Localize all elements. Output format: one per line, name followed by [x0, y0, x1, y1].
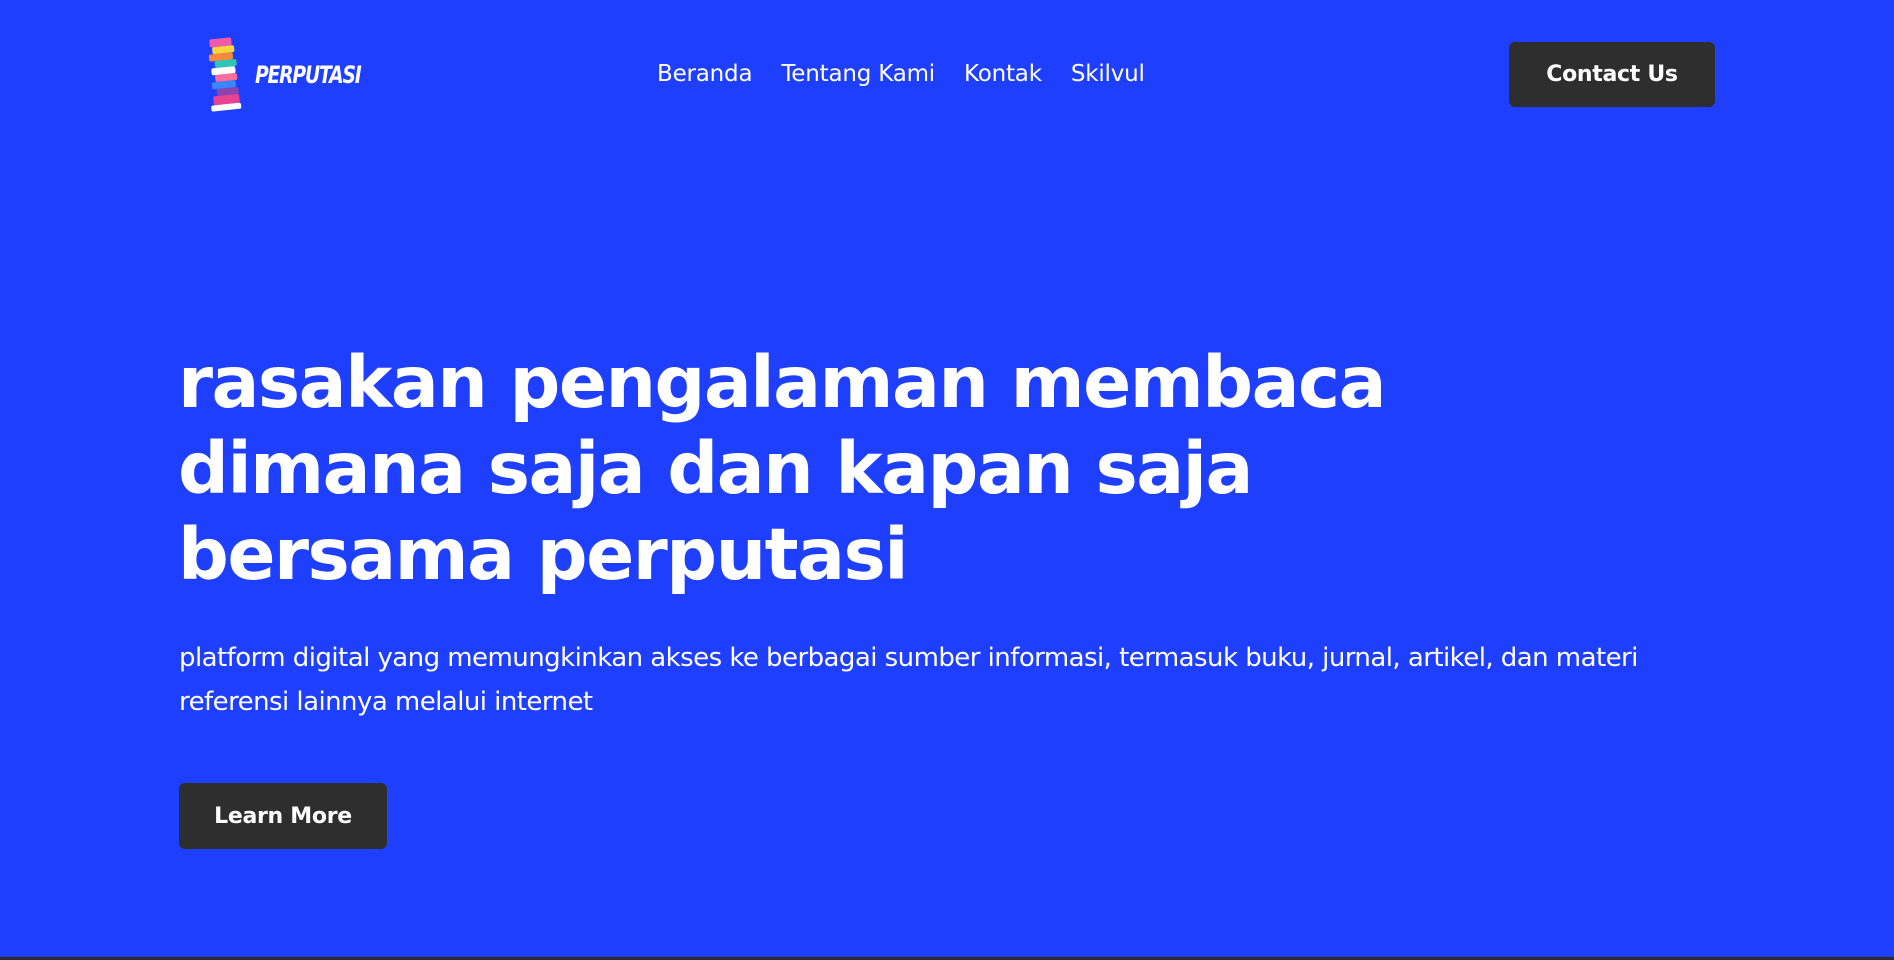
- nav-link-kontak[interactable]: Kontak: [964, 61, 1042, 87]
- main-nav: Beranda Tentang Kami Kontak Skilvul: [657, 56, 1145, 92]
- landing-page: PERPUTASI Beranda Tentang Kami Kontak Sk…: [0, 0, 1894, 957]
- learn-more-button[interactable]: Learn More: [179, 783, 387, 849]
- hero-title-line: dimana saja dan kapan saja: [178, 427, 1253, 510]
- hero-title: rasakan pengalaman membaca dimana saja d…: [178, 340, 1678, 598]
- brand-name: PERPUTASI: [255, 61, 362, 89]
- nav-link-skilvul[interactable]: Skilvul: [1071, 61, 1145, 87]
- hero-title-line: bersama perputasi: [178, 513, 909, 596]
- book-stack-icon: [208, 37, 242, 112]
- hero-title-line: rasakan pengalaman membaca: [178, 341, 1387, 424]
- brand-logo[interactable]: PERPUTASI: [203, 36, 390, 114]
- nav-link-tentang-kami[interactable]: Tentang Kami: [781, 61, 935, 87]
- nav-link-beranda[interactable]: Beranda: [657, 61, 753, 87]
- hero-subtitle: platform digital yang memungkinkan akses…: [179, 643, 1638, 717]
- contact-us-button[interactable]: Contact Us: [1509, 42, 1715, 107]
